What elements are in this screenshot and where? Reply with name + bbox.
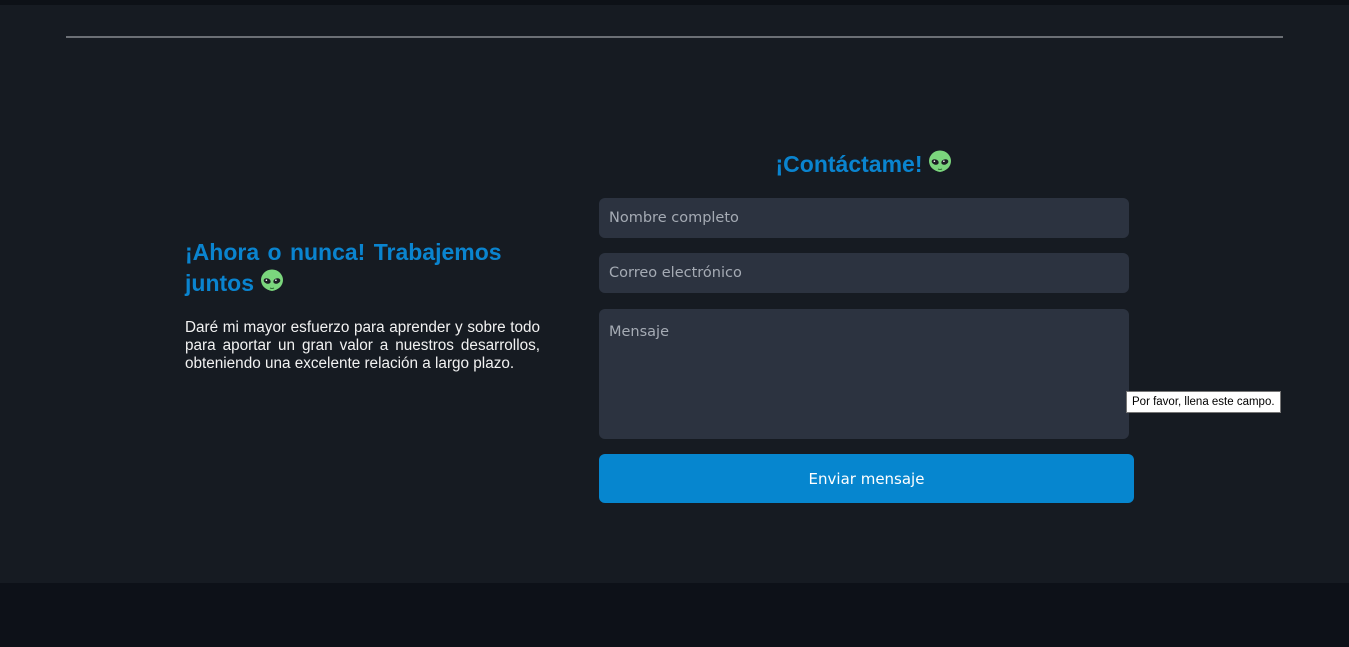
- send-message-button[interactable]: Enviar mensaje: [599, 454, 1134, 503]
- message-textarea[interactable]: [599, 309, 1129, 439]
- contact-title: ¡Contáctame!: [599, 148, 1129, 184]
- intro-title: ¡Ahora o nunca! Trabajemos juntos: [185, 237, 540, 303]
- alien-icon: [928, 150, 952, 184]
- alien-icon: [260, 269, 284, 303]
- intro-paragraph: Daré mi mayor esfuerzo para aprender y s…: [185, 319, 540, 372]
- section-divider: [66, 36, 1283, 38]
- intro-title-text: ¡Ahora o nunca! Trabajemos juntos: [185, 239, 502, 296]
- validation-tooltip: Por favor, llena este campo.: [1126, 391, 1281, 413]
- email-input[interactable]: [599, 253, 1129, 293]
- contact-title-text: ¡Contáctame!: [775, 151, 923, 177]
- intro-block: ¡Ahora o nunca! Trabajemos juntos Daré m…: [185, 237, 540, 373]
- footer-area: [0, 583, 1349, 647]
- name-input[interactable]: [599, 198, 1129, 238]
